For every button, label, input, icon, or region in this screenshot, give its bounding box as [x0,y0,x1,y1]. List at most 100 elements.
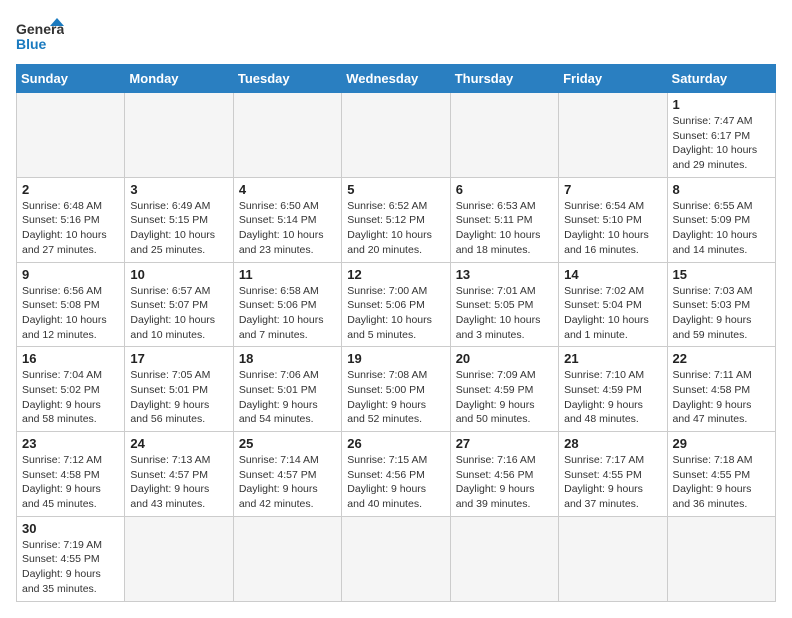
calendar-day-cell [559,93,667,178]
day-number: 29 [673,436,770,451]
calendar-day-cell: 25 Sunrise: 7:14 AMSunset: 4:57 PMDayligh… [233,432,341,517]
calendar-day-cell: 5Sunrise: 6:52 AMSunset: 5:12 PMDaylight… [342,177,450,262]
calendar-day-cell [667,516,775,601]
day-number: 2 [22,182,119,197]
calendar-day-cell [125,93,233,178]
day-number: 27 [456,436,553,451]
calendar-day-cell: 17 Sunrise: 7:05 AMSunset: 5:01 PMDayligh… [125,347,233,432]
day-info: Sunrise: 6:57 AMSunset: 5:07 PMDaylight:… [130,284,227,343]
day-number: 13 [456,267,553,282]
calendar-day-cell: 26 Sunrise: 7:15 AMSunset: 4:56 PMDayligh… [342,432,450,517]
day-number: 25 [239,436,336,451]
calendar-day-cell: 15 Sunrise: 7:03 AMSunset: 5:03 PMDayligh… [667,262,775,347]
calendar-day-cell: 29 Sunrise: 7:18 AMSunset: 4:55 PMDayligh… [667,432,775,517]
day-info: Sunrise: 7:06 AMSunset: 5:01 PMDaylight:… [239,368,336,427]
day-info: Sunrise: 7:47 AMSunset: 6:17 PMDaylight:… [673,114,770,173]
logo-icon: General Blue [16,16,64,54]
calendar-day-cell: 1 Sunrise: 7:47 AMSunset: 6:17 PMDaylight… [667,93,775,178]
day-number: 12 [347,267,444,282]
day-number: 19 [347,351,444,366]
logo: General Blue [16,16,64,54]
day-number: 5 [347,182,444,197]
day-of-week-header: Saturday [667,65,775,93]
day-info: Sunrise: 7:14 AMSunset: 4:57 PMDaylight:… [239,453,336,512]
day-of-week-header: Monday [125,65,233,93]
day-of-week-header: Wednesday [342,65,450,93]
calendar-day-cell [233,516,341,601]
calendar-day-cell [342,516,450,601]
calendar-week-row: 1 Sunrise: 7:47 AMSunset: 6:17 PMDaylight… [17,93,776,178]
day-info: Sunrise: 6:58 AMSunset: 5:06 PMDaylight:… [239,284,336,343]
day-info: Sunrise: 6:48 AMSunset: 5:16 PMDaylight:… [22,199,119,258]
calendar-day-cell: 30Sunrise: 7:19 AMSunset: 4:55 PMDayligh… [17,516,125,601]
calendar-week-row: 2 Sunrise: 6:48 AMSunset: 5:16 PMDaylight… [17,177,776,262]
calendar-day-cell: 21 Sunrise: 7:10 AMSunset: 4:59 PMDayligh… [559,347,667,432]
calendar-day-cell: 20Sunrise: 7:09 AMSunset: 4:59 PMDayligh… [450,347,558,432]
calendar-day-cell: 27 Sunrise: 7:16 AMSunset: 4:56 PMDayligh… [450,432,558,517]
day-info: Sunrise: 6:56 AMSunset: 5:08 PMDaylight:… [22,284,119,343]
svg-text:Blue: Blue [16,36,47,52]
calendar-day-cell: 19Sunrise: 7:08 AMSunset: 5:00 PMDayligh… [342,347,450,432]
calendar-week-row: 30Sunrise: 7:19 AMSunset: 4:55 PMDayligh… [17,516,776,601]
day-number: 6 [456,182,553,197]
calendar-day-cell: 23Sunrise: 7:12 AMSunset: 4:58 PMDayligh… [17,432,125,517]
calendar-day-cell: 2 Sunrise: 6:48 AMSunset: 5:16 PMDaylight… [17,177,125,262]
calendar-day-cell: 28 Sunrise: 7:17 AMSunset: 4:55 PMDayligh… [559,432,667,517]
calendar-day-cell: 18 Sunrise: 7:06 AMSunset: 5:01 PMDayligh… [233,347,341,432]
day-number: 15 [673,267,770,282]
day-of-week-header: Friday [559,65,667,93]
day-info: Sunrise: 7:11 AMSunset: 4:58 PMDaylight:… [673,368,770,427]
day-number: 21 [564,351,661,366]
calendar-day-cell [559,516,667,601]
day-number: 26 [347,436,444,451]
calendar-header-row: SundayMondayTuesdayWednesdayThursdayFrid… [17,65,776,93]
day-info: Sunrise: 7:18 AMSunset: 4:55 PMDaylight:… [673,453,770,512]
day-number: 17 [130,351,227,366]
day-number: 9 [22,267,119,282]
calendar-day-cell: 14 Sunrise: 7:02 AMSunset: 5:04 PMDayligh… [559,262,667,347]
calendar-day-cell [17,93,125,178]
day-info: Sunrise: 6:55 AMSunset: 5:09 PMDaylight:… [673,199,770,258]
calendar-table: SundayMondayTuesdayWednesdayThursdayFrid… [16,64,776,602]
calendar-week-row: 23Sunrise: 7:12 AMSunset: 4:58 PMDayligh… [17,432,776,517]
day-number: 4 [239,182,336,197]
day-number: 3 [130,182,227,197]
day-number: 7 [564,182,661,197]
day-number: 23 [22,436,119,451]
calendar-day-cell: 12 Sunrise: 7:00 AMSunset: 5:06 PMDayligh… [342,262,450,347]
day-number: 28 [564,436,661,451]
day-info: Sunrise: 7:04 AMSunset: 5:02 PMDaylight:… [22,368,119,427]
calendar-day-cell: 13 Sunrise: 7:01 AMSunset: 5:05 PMDayligh… [450,262,558,347]
calendar-day-cell: 22Sunrise: 7:11 AMSunset: 4:58 PMDayligh… [667,347,775,432]
day-number: 14 [564,267,661,282]
calendar-day-cell: 7 Sunrise: 6:54 AMSunset: 5:10 PMDaylight… [559,177,667,262]
day-number: 18 [239,351,336,366]
day-of-week-header: Thursday [450,65,558,93]
calendar-day-cell: 8Sunrise: 6:55 AMSunset: 5:09 PMDaylight… [667,177,775,262]
calendar-day-cell: 10 Sunrise: 6:57 AMSunset: 5:07 PMDayligh… [125,262,233,347]
calendar-day-cell: 9 Sunrise: 6:56 AMSunset: 5:08 PMDaylight… [17,262,125,347]
day-info: Sunrise: 7:05 AMSunset: 5:01 PMDaylight:… [130,368,227,427]
calendar-day-cell: 11 Sunrise: 6:58 AMSunset: 5:06 PMDayligh… [233,262,341,347]
day-info: Sunrise: 7:03 AMSunset: 5:03 PMDaylight:… [673,284,770,343]
day-info: Sunrise: 7:02 AMSunset: 5:04 PMDaylight:… [564,284,661,343]
day-number: 1 [673,97,770,112]
day-info: Sunrise: 7:01 AMSunset: 5:05 PMDaylight:… [456,284,553,343]
calendar-day-cell [450,516,558,601]
day-info: Sunrise: 7:17 AMSunset: 4:55 PMDaylight:… [564,453,661,512]
calendar-day-cell [342,93,450,178]
day-info: Sunrise: 7:00 AMSunset: 5:06 PMDaylight:… [347,284,444,343]
day-info: Sunrise: 7:16 AMSunset: 4:56 PMDaylight:… [456,453,553,512]
day-info: Sunrise: 6:49 AMSunset: 5:15 PMDaylight:… [130,199,227,258]
day-of-week-header: Sunday [17,65,125,93]
day-number: 30 [22,521,119,536]
calendar-week-row: 16Sunrise: 7:04 AMSunset: 5:02 PMDayligh… [17,347,776,432]
day-number: 11 [239,267,336,282]
calendar-day-cell: 24Sunrise: 7:13 AMSunset: 4:57 PMDayligh… [125,432,233,517]
day-number: 10 [130,267,227,282]
calendar-week-row: 9 Sunrise: 6:56 AMSunset: 5:08 PMDaylight… [17,262,776,347]
day-info: Sunrise: 7:10 AMSunset: 4:59 PMDaylight:… [564,368,661,427]
day-info: Sunrise: 6:54 AMSunset: 5:10 PMDaylight:… [564,199,661,258]
day-info: Sunrise: 7:15 AMSunset: 4:56 PMDaylight:… [347,453,444,512]
day-number: 20 [456,351,553,366]
